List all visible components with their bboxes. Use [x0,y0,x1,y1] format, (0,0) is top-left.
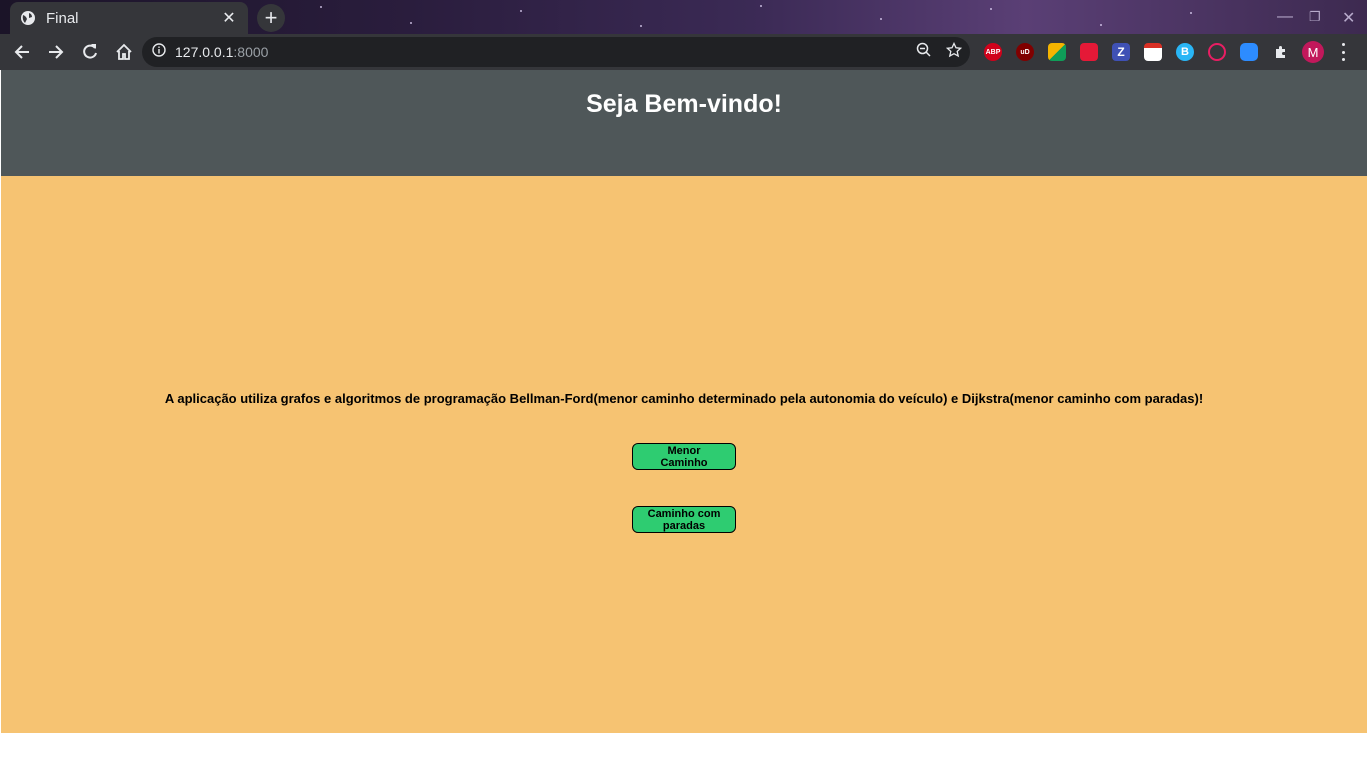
url-port: :8000 [233,44,269,60]
forward-arrow-icon[interactable] [40,36,72,68]
page-header: Seja Bem-vindo! [1,70,1367,176]
zoom-icon[interactable] [1240,43,1258,61]
info-icon[interactable] [152,42,166,62]
mendeley-icon[interactable] [1080,43,1098,61]
main-section: A aplicação utiliza grafos e algoritmos … [1,176,1367,733]
extensions-puzzle-icon[interactable] [1272,43,1290,61]
browser-toolbar: 127.0.0.1:8000 ABP uD Z B M [0,34,1367,70]
address-bar[interactable]: 127.0.0.1:8000 [142,37,970,67]
profile-avatar[interactable]: M [1302,41,1324,63]
tab-title: Final [46,9,79,27]
new-tab-button[interactable]: + [257,4,285,32]
colorful-grid-icon[interactable] [1048,43,1066,61]
page-viewport: Seja Bem-vindo! A aplicação utiliza graf… [0,70,1367,768]
b-extension-icon[interactable]: B [1176,43,1194,61]
home-icon[interactable] [108,36,140,68]
download-icon[interactable] [1208,43,1226,61]
close-tab-icon[interactable]: ✕ [220,8,238,28]
reload-icon[interactable] [74,36,106,68]
url-text: 127.0.0.1:8000 [175,44,268,60]
zotero-icon[interactable]: Z [1112,43,1130,61]
url-host: 127.0.0.1 [175,44,234,60]
zoom-out-icon[interactable] [916,42,932,63]
kebab-menu-icon[interactable] [1340,43,1346,61]
bookmark-star-icon[interactable] [945,41,963,63]
adblock-plus-icon[interactable]: ABP [984,43,1002,61]
globe-icon [20,10,36,26]
page-title: Seja Bem-vindo! [586,90,782,118]
calendar-icon[interactable] [1144,43,1162,61]
back-arrow-icon[interactable] [6,36,38,68]
shortest-path-button[interactable]: Menor Caminho [632,443,736,470]
description-text: A aplicação utiliza grafos e algoritmos … [164,391,1204,406]
ublock-icon[interactable]: uD [1016,43,1034,61]
tab-strip: Final ✕ + — ❐ ✕ [0,0,1367,34]
close-window-icon[interactable]: ✕ [1342,8,1355,28]
restore-icon[interactable]: ❐ [1309,9,1321,25]
minimize-icon[interactable]: — [1277,8,1293,26]
browser-tab[interactable]: Final ✕ [10,2,248,34]
path-with-stops-button[interactable]: Caminho com paradas [632,506,736,533]
